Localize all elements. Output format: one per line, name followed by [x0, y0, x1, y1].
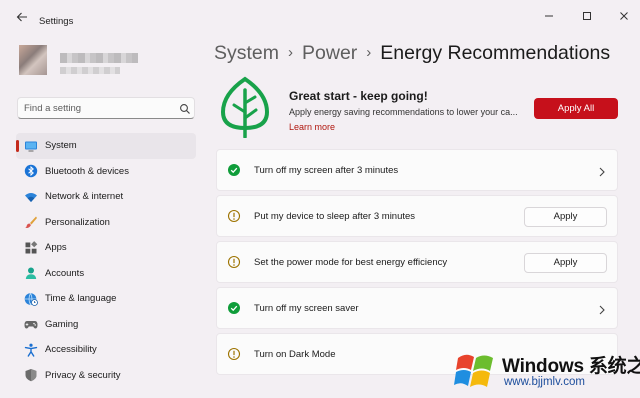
- breadcrumb-system[interactable]: System: [214, 42, 279, 64]
- app-title: Settings: [39, 16, 74, 27]
- watermark: Windows 系统之家 www.bjjmlv.com: [448, 345, 640, 398]
- sidebar-item-label: Bluetooth & devices: [45, 165, 129, 177]
- wifi-icon: [24, 190, 38, 204]
- checkmark-circle-icon: [227, 301, 241, 315]
- search-input[interactable]: [24, 101, 174, 115]
- search-box[interactable]: [17, 97, 195, 119]
- bluetooth-icon: [24, 164, 38, 178]
- back-arrow-icon[interactable]: [14, 11, 30, 27]
- shield-icon: [24, 368, 38, 382]
- watermark-brand: Windows 系统之家: [502, 356, 640, 377]
- minimize-icon[interactable]: [540, 9, 558, 27]
- sidebar-item-label: Accounts: [45, 267, 85, 279]
- breadcrumb-separator: ›: [288, 44, 294, 61]
- user-email-blurred: [60, 67, 120, 74]
- apply-button[interactable]: Apply: [524, 207, 607, 227]
- search-icon[interactable]: [179, 102, 191, 114]
- sidebar-item-accessibility[interactable]: Accessibility: [16, 337, 196, 363]
- apply-all-button[interactable]: Apply All: [534, 98, 618, 119]
- sidebar-item-privacy-security[interactable]: Privacy & security: [16, 363, 196, 389]
- info-circle-icon: [227, 209, 241, 223]
- close-icon[interactable]: [615, 9, 633, 27]
- watermark-url: www.bjjmlv.com: [504, 376, 585, 388]
- recommendation-label: Set the power mode for best energy effic…: [254, 257, 448, 268]
- sidebar-nav: System Bluetooth & devices Network & int…: [16, 133, 196, 388]
- sidebar-item-label: Gaming: [45, 318, 79, 330]
- info-circle-icon: [227, 347, 241, 361]
- monitor-icon: [24, 139, 38, 153]
- sidebar-item-label: Apps: [45, 242, 67, 254]
- sidebar-item-accounts[interactable]: Accounts: [16, 261, 196, 287]
- accessibility-icon: [24, 343, 38, 357]
- sidebar-item-label: Personalization: [45, 216, 110, 228]
- sidebar-item-time-language[interactable]: Time & language: [16, 286, 196, 312]
- recommendation-power-mode: Set the power mode for best energy effic…: [216, 241, 618, 283]
- breadcrumb-power[interactable]: Power: [302, 42, 357, 64]
- recommendation-label: Turn off my screen after 3 minutes: [254, 165, 399, 176]
- apps-icon: [24, 240, 38, 255]
- sidebar-item-gaming[interactable]: Gaming: [16, 312, 196, 338]
- settings-window: Settings System Bluet: [0, 0, 640, 398]
- info-circle-icon: [227, 255, 241, 269]
- sidebar-item-label: Time & language: [45, 293, 117, 305]
- recommendation-label: Put my device to sleep after 3 minutes: [254, 211, 416, 222]
- title-bar: Settings: [0, 0, 640, 34]
- sidebar-item-bluetooth[interactable]: Bluetooth & devices: [16, 159, 196, 185]
- brush-icon: [24, 215, 38, 229]
- hero-description: Apply energy saving recommendations to l…: [289, 107, 518, 117]
- recommendation-screen-saver[interactable]: Turn off my screen saver: [216, 287, 618, 329]
- sidebar-item-label: Network & internet: [45, 191, 124, 203]
- learn-more-link[interactable]: Learn more: [289, 122, 335, 132]
- checkmark-circle-icon: [227, 163, 241, 177]
- sidebar-item-label: Accessibility: [45, 344, 97, 356]
- breadcrumb-separator: ›: [366, 44, 372, 61]
- avatar[interactable]: [19, 45, 47, 75]
- person-icon: [24, 266, 38, 280]
- hero-title: Great start - keep going!: [289, 89, 428, 103]
- windows-logo-icon: [454, 349, 496, 391]
- leaf-icon: [218, 76, 272, 139]
- sidebar-item-network[interactable]: Network & internet: [16, 184, 196, 210]
- recommendation-label: Turn on Dark Mode: [254, 349, 336, 360]
- recommendation-label: Turn off my screen saver: [254, 303, 359, 314]
- chevron-right-icon[interactable]: [597, 303, 607, 315]
- page-title: Energy Recommendations: [380, 42, 611, 64]
- sidebar-item-personalization[interactable]: Personalization: [16, 210, 196, 236]
- user-name-blurred: [60, 53, 138, 63]
- maximize-icon[interactable]: [578, 9, 596, 27]
- sidebar-item-label: Privacy & security: [45, 369, 121, 381]
- gamepad-icon: [24, 317, 38, 331]
- recommendation-sleep: Put my device to sleep after 3 minutes A…: [216, 195, 618, 237]
- breadcrumb: System › Power › Energy Recommendations: [214, 42, 610, 65]
- apply-button[interactable]: Apply: [524, 253, 607, 273]
- globe-clock-icon: [24, 292, 38, 306]
- sidebar-item-system[interactable]: System: [16, 133, 196, 159]
- chevron-right-icon[interactable]: [597, 165, 607, 177]
- sidebar-item-apps[interactable]: Apps: [16, 235, 196, 261]
- recommendation-screen-off[interactable]: Turn off my screen after 3 minutes: [216, 149, 618, 191]
- sidebar-item-label: System: [45, 140, 77, 152]
